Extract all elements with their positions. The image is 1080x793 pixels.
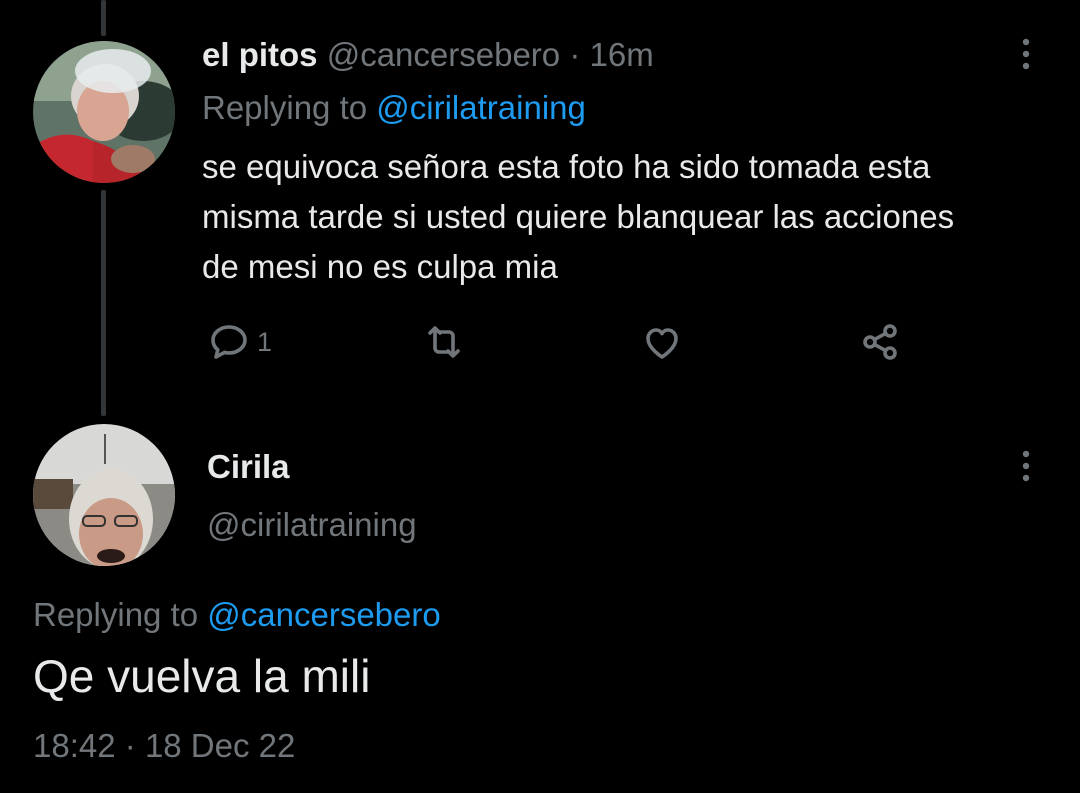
reply-tweet-header: el pitos @cancersebero · 16m <box>202 35 654 75</box>
reply-text-line: se equivoca señora esta foto ha sido tom… <box>202 148 931 185</box>
more-options-icon[interactable] <box>1016 36 1036 76</box>
avatar-reply-author[interactable] <box>33 41 175 183</box>
avatar-main-author[interactable] <box>33 424 175 566</box>
replying-to-label: Replying to <box>202 89 368 126</box>
reply-author-name[interactable]: el pitos <box>202 36 318 73</box>
reply-timestamp[interactable]: 16m <box>590 36 654 73</box>
main-author-handle[interactable]: @cirilatraining <box>207 505 417 545</box>
retweet-icon <box>428 326 460 358</box>
like-icon <box>646 328 678 359</box>
tweet-time: 18:42 <box>33 727 116 764</box>
main-tweet-text: Qe vuelva la mili <box>33 650 371 702</box>
main-replying-to: Replying to @cancersebero <box>33 595 441 635</box>
reply-tweet-actions: 1 <box>0 318 1080 366</box>
reply-replying-to: Replying to @cirilatraining <box>202 88 586 128</box>
reply-author-handle[interactable]: @cancersebero <box>327 36 560 73</box>
reply-text-line: misma tarde si usted quiere blanquear la… <box>202 198 955 235</box>
header-separator: · <box>569 36 581 73</box>
share-button[interactable] <box>856 318 904 366</box>
more-options-icon[interactable] <box>1016 448 1036 488</box>
main-tweet-timestamp[interactable]: 18:42 · 18 Dec 22 <box>33 726 295 766</box>
replying-to-handle-link[interactable]: @cirilatraining <box>376 89 586 126</box>
meta-separator: · <box>124 727 136 764</box>
reply-text-line: de mesi no es culpa mia <box>202 248 558 285</box>
reply-button[interactable]: 1 <box>205 318 272 366</box>
like-button[interactable] <box>638 318 686 366</box>
main-author-name[interactable]: Cirila <box>207 447 290 487</box>
tweet-date: 18 Dec 22 <box>144 727 296 764</box>
reply-tweet-text: se equivoca señora esta foto ha sido tom… <box>202 142 1062 292</box>
replying-to-label: Replying to <box>33 596 199 633</box>
thread-line-top <box>101 0 106 36</box>
share-icon <box>863 324 897 360</box>
reply-count: 1 <box>257 326 273 357</box>
thread-line-connector <box>101 190 106 416</box>
reply-icon <box>211 325 247 359</box>
retweet-button[interactable] <box>420 318 468 366</box>
replying-to-handle-link[interactable]: @cancersebero <box>207 596 440 633</box>
